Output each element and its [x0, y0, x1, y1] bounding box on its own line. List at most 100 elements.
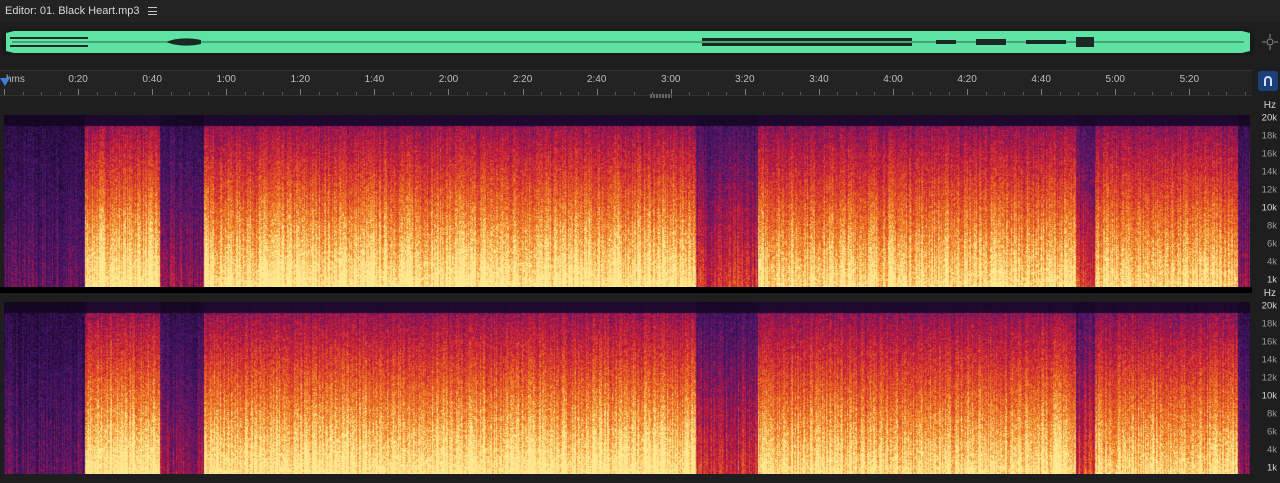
spectrogram-channel-right[interactable]: [4, 302, 1250, 474]
ruler-tick: [504, 92, 506, 95]
playhead-marker[interactable]: [0, 78, 10, 86]
ruler-tick: [1226, 92, 1228, 95]
ruler-tick: [855, 92, 857, 95]
ruler-tick: [152, 89, 154, 95]
frequency-label: 14k: [1261, 354, 1277, 366]
frequency-axis-right: Hz 20k 18k 16k 14k 12k 10k 8k 6k 4k 1k: [1252, 288, 1280, 474]
ruler-tick-label: 5:20: [1179, 74, 1200, 85]
ruler-tick: [1041, 89, 1043, 95]
ruler-tick: [281, 92, 283, 95]
frequency-label: 6k: [1266, 238, 1277, 250]
ruler-tick: [207, 92, 209, 95]
ruler-tick-label: 2:20: [512, 74, 533, 85]
hamburger-icon[interactable]: [147, 7, 157, 15]
ruler-tick: [596, 89, 598, 95]
ruler-tick: [763, 92, 765, 95]
frequency-label: 8k: [1266, 408, 1277, 420]
ruler-tick: [837, 92, 839, 95]
editor-title: Editor: 01. Black Heart.mp3: [5, 5, 140, 17]
frequency-label: 12k: [1261, 184, 1277, 196]
channel-divider: [0, 287, 1252, 293]
frequency-label: 16k: [1261, 148, 1277, 160]
ruler-tick: [226, 89, 228, 95]
ruler-tick: [374, 89, 376, 95]
frequency-label: 18k: [1261, 318, 1277, 330]
ruler-tick: [59, 92, 61, 95]
ruler-tick: [948, 92, 950, 95]
ruler-tick: [4, 89, 5, 95]
frequency-label: 6k: [1266, 426, 1277, 438]
ruler-tick: [244, 92, 246, 95]
waveform-overview[interactable]: [2, 29, 1254, 55]
frequency-label: 16k: [1261, 336, 1277, 348]
ruler-tick: [744, 89, 746, 95]
ruler-tick: [911, 92, 913, 95]
ruler-tick: [541, 92, 543, 95]
ruler-tick-label: 3:40: [809, 74, 829, 85]
ruler-tick: [115, 92, 117, 95]
ruler-tick-label: 4:00: [883, 74, 903, 85]
editor-titlebar: Editor: 01. Black Heart.mp3: [0, 0, 1280, 22]
ruler-tick: [448, 89, 450, 95]
channel-resize-grip[interactable]: [650, 94, 672, 98]
ruler-tick: [578, 92, 580, 95]
frequency-label: 18k: [1261, 130, 1277, 142]
ruler-tick-label: 3:00: [661, 74, 681, 85]
ruler-tick: [892, 89, 894, 95]
ruler-tick: [689, 92, 691, 95]
ruler-tick: [930, 92, 932, 95]
ruler-tick: [355, 92, 357, 95]
ruler-tick-label: 2:00: [438, 74, 459, 85]
ruler-tick: [429, 92, 431, 95]
ruler-tick: [189, 92, 191, 95]
ruler-tick-label: 4:40: [1031, 74, 1051, 85]
ruler-tick: [800, 92, 802, 95]
ruler-tick: [41, 92, 43, 95]
ruler-tick-label: 5:00: [1105, 74, 1125, 85]
ruler-tick-label: 1:40: [364, 74, 385, 85]
ruler-tick: [1133, 92, 1135, 95]
frequency-label: 1k: [1266, 274, 1277, 286]
ruler-tick: [781, 92, 783, 95]
ruler-tick: [300, 89, 302, 95]
ruler-tick: [467, 92, 469, 95]
ruler-tick: [1244, 92, 1246, 95]
ruler-tick: [1189, 89, 1191, 95]
spectrogram-channel-left[interactable]: [4, 115, 1250, 287]
frequency-label: 20k: [1261, 300, 1277, 312]
ruler-tick: [1004, 92, 1006, 95]
overview-waveform: [6, 31, 1250, 53]
ruler-tick-label: 1:00: [216, 74, 236, 85]
frequency-label: 14k: [1261, 166, 1277, 178]
time-ruler[interactable]: hms 0:20 0:40 1:00 1:20 1:40 2:00 2:20 2:40 3:00…: [0, 70, 1252, 96]
ruler-tick: [96, 92, 98, 95]
ruler-tick: [726, 92, 728, 95]
ruler-tick-label: 4:20: [957, 74, 977, 85]
ruler-tick: [1078, 92, 1080, 95]
ruler-tick: [337, 92, 339, 95]
ruler-tick: [318, 92, 320, 95]
magnet-icon[interactable]: [1258, 71, 1278, 91]
hz-unit: Hz: [1263, 288, 1276, 299]
zoom-navigator-icon[interactable]: [1262, 34, 1278, 50]
ruler-tick: [263, 92, 265, 95]
frequency-label: 4k: [1266, 256, 1277, 268]
ruler-tick: [170, 92, 172, 95]
hz-unit: Hz: [1263, 100, 1276, 111]
ruler-tick: [707, 92, 709, 95]
ruler-tick-label: 2:40: [586, 74, 607, 85]
ruler-tick: [78, 89, 80, 95]
frequency-label: 10k: [1261, 202, 1277, 214]
ruler-tick-label: 1:20: [290, 74, 311, 85]
ruler-tick: [967, 89, 969, 95]
ruler-tick: [1096, 92, 1098, 95]
frequency-label: 8k: [1266, 220, 1277, 232]
frequency-label: 10k: [1261, 390, 1277, 402]
ruler-tick: [615, 92, 617, 95]
ruler-tick: [874, 92, 876, 95]
frequency-label: 4k: [1266, 444, 1277, 456]
ruler-tick: [1170, 92, 1172, 95]
frequency-label: 20k: [1261, 112, 1277, 124]
ruler-tick: [1152, 92, 1154, 95]
ruler-tick-label: 0:40: [142, 74, 162, 85]
